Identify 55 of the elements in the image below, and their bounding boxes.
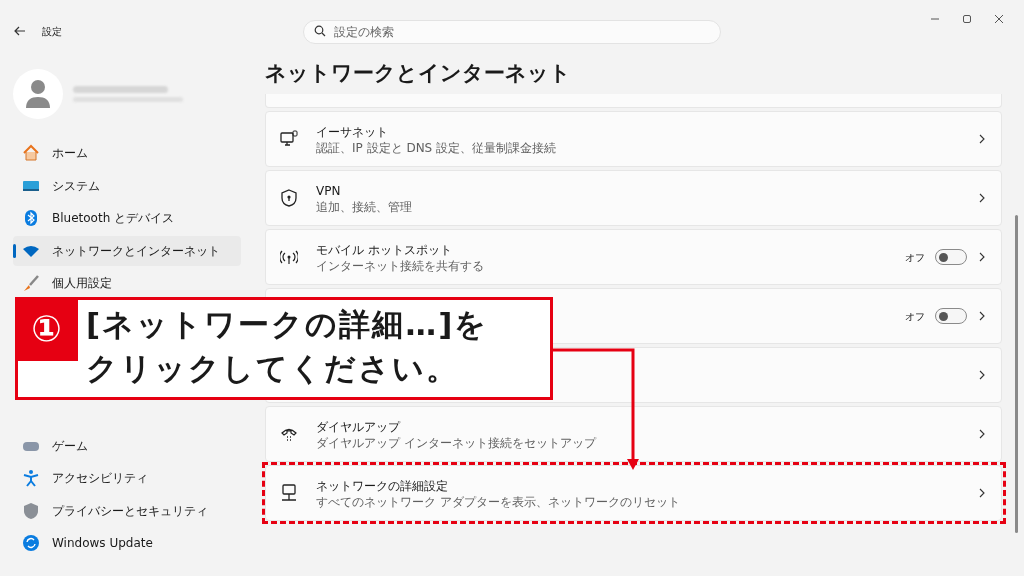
chevron-icon	[979, 193, 985, 203]
sidebar-item[interactable]: システム	[13, 170, 241, 201]
back-icon[interactable]	[14, 26, 26, 36]
ethernet-icon	[280, 130, 298, 148]
row-description: 認証、IP 設定と DNS 設定、従量制課金接続	[316, 140, 558, 156]
row-title: ネットワークの詳細設定	[316, 477, 449, 495]
toggle-switch[interactable]	[935, 308, 967, 324]
settings-row[interactable]: VPN 追加、接続、管理	[265, 170, 1002, 226]
row-description: インターネット接続を共有する	[316, 258, 485, 274]
sidebar-item[interactable]: Windows Update	[13, 528, 241, 558]
instruction-text: クリックしてください。	[86, 349, 460, 388]
toggle-switch[interactable]	[935, 249, 967, 265]
row-title: ダイヤルアップ	[316, 418, 402, 436]
sidebar-item[interactable]: ホーム	[13, 138, 241, 168]
bluetooth-icon	[22, 209, 40, 227]
shield-icon	[22, 501, 40, 520]
brush-icon	[22, 274, 40, 292]
chevron-icon	[979, 429, 985, 439]
chevron-icon	[979, 311, 985, 321]
settings-row[interactable]: モバイル ホットスポット インターネット接続を共有する オフ	[265, 229, 1002, 285]
sidebar-item[interactable]: ゲーム	[13, 430, 241, 461]
window-title: 設定	[42, 24, 62, 39]
sidebar-item[interactable]: Bluetooth とデバイス	[13, 203, 241, 233]
row-title: イーサネット	[316, 123, 389, 141]
step-number: ①	[15, 297, 78, 361]
avatar	[13, 69, 63, 119]
home-icon	[22, 144, 40, 162]
access-icon	[22, 469, 40, 487]
close-icon[interactable]	[994, 14, 1004, 24]
row-description: 追加、接続、管理	[316, 199, 413, 215]
search-field[interactable]: 設定の検索	[303, 20, 721, 44]
maximize-icon[interactable]	[962, 14, 972, 24]
chevron-icon	[979, 252, 985, 262]
sidebar-item[interactable]: ネットワークとインターネット	[13, 235, 241, 266]
page-title: ネットワークとインターネット	[265, 60, 572, 87]
chevron-icon	[979, 134, 985, 144]
row-title: VPN	[316, 182, 342, 200]
sidebar-item[interactable]: アクセシビリティ	[13, 463, 241, 493]
sidebar-item[interactable]: 個人用設定	[13, 268, 241, 298]
toggle-state: オフ	[905, 250, 925, 265]
scrollbar[interactable]	[1015, 215, 1018, 533]
update-icon	[22, 534, 40, 552]
chevron-icon	[979, 370, 985, 380]
settings-row[interactable]: ダイヤルアップ ダイヤルアップ インターネット接続をセットアップ	[265, 406, 1002, 462]
hotspot-icon	[280, 248, 298, 266]
vpn-icon	[280, 189, 298, 207]
advanced-icon	[280, 484, 298, 502]
row-description: すべてのネットワーク アダプターを表示、ネットワークのリセット	[316, 494, 681, 510]
sidebar-item[interactable]: プライバシーとセキュリティ	[13, 495, 241, 526]
row-title: モバイル ホットスポット	[316, 241, 453, 259]
chevron-icon	[979, 488, 985, 498]
search-icon	[314, 25, 326, 37]
row-description: ダイヤルアップ インターネット接続をセットアップ	[316, 435, 598, 451]
settings-row[interactable]: イーサネット 認証、IP 設定と DNS 設定、従量制課金接続	[265, 111, 1002, 167]
toggle-state: オフ	[905, 309, 925, 324]
